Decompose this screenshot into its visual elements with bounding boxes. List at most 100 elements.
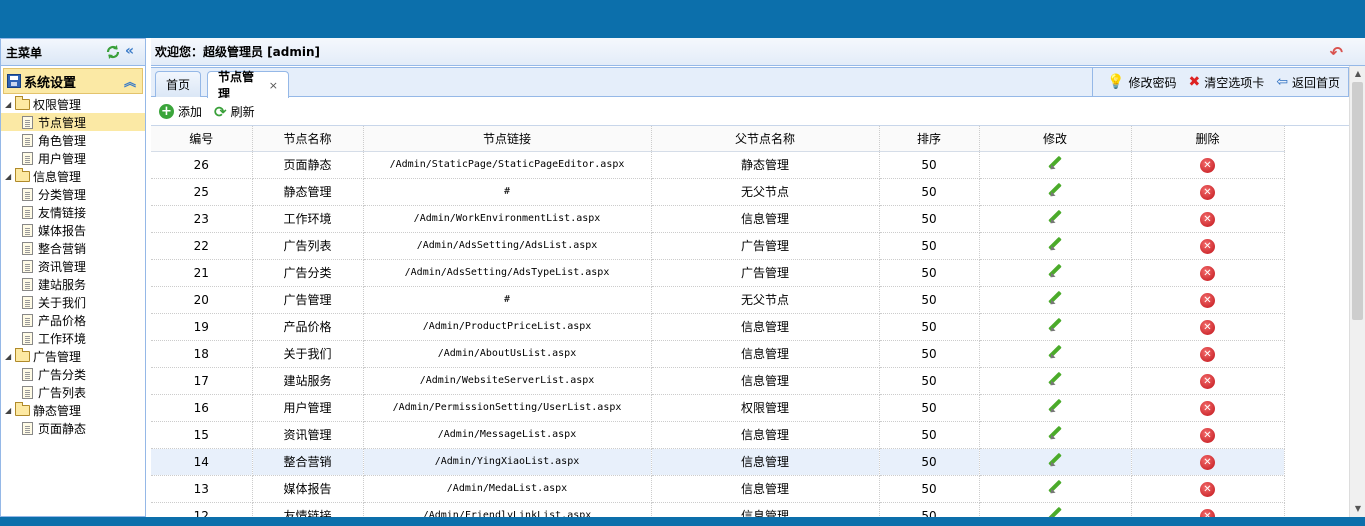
edit-pencil-icon[interactable] [1047, 236, 1063, 252]
edit-pencil-icon[interactable] [1047, 317, 1063, 333]
tree-item[interactable]: 友情链接 [1, 203, 145, 221]
cell-node-name: 资讯管理 [252, 421, 364, 449]
collapse-up-icon[interactable]: ︽ [124, 73, 136, 90]
delete-x-icon[interactable]: ✕ [1200, 427, 1215, 443]
table-row[interactable]: 26 页面静态/Admin/StaticPage/StaticPageEditor… [151, 151, 1285, 179]
column-header[interactable]: 修改 [979, 126, 1132, 152]
collapse-left-icon[interactable]: « [125, 43, 134, 59]
tree-item[interactable]: 页面静态 [1, 419, 145, 437]
expand-triangle-icon[interactable]: ◢ [5, 406, 15, 415]
edit-pencil-icon[interactable] [1047, 209, 1063, 225]
tree-group[interactable]: ◢ 广告管理 [1, 347, 145, 365]
expand-triangle-icon[interactable]: ◢ [5, 352, 15, 361]
table-row[interactable]: 16 用户管理/Admin/PermissionSetting/UserList.… [151, 394, 1285, 422]
table-row[interactable]: 12 友情链接/Admin/FriendlyLinkList.aspx 信息管理 50… [151, 502, 1285, 517]
cell-edit [979, 151, 1132, 179]
table-row[interactable]: 17 建站服务/Admin/WebsiteServerList.aspx 信息管理 5… [151, 367, 1285, 395]
cell-id: 12 [151, 502, 253, 517]
table-row[interactable]: 23 工作环境/Admin/WorkEnvironmentList.aspx 信息管… [151, 205, 1285, 233]
cell-sort: 50 [879, 448, 980, 476]
column-header[interactable]: 删除 [1131, 126, 1285, 152]
column-header[interactable]: 编号 [151, 126, 253, 152]
vertical-scrollbar[interactable]: ▲ ▼ [1349, 66, 1365, 517]
delete-x-icon[interactable]: ✕ [1200, 265, 1215, 281]
back-home-button[interactable]: ⇦ 返回首页 [1276, 74, 1340, 91]
delete-x-icon[interactable]: ✕ [1200, 373, 1215, 389]
cell-edit [979, 313, 1132, 341]
edit-pencil-icon[interactable] [1047, 263, 1063, 279]
scroll-up-arrow-icon[interactable]: ▲ [1352, 68, 1364, 80]
expand-triangle-icon[interactable]: ◢ [5, 100, 15, 109]
edit-pencil-icon[interactable] [1047, 425, 1063, 441]
delete-x-icon[interactable]: ✕ [1200, 157, 1215, 173]
cell-edit [979, 232, 1132, 260]
edit-pencil-icon[interactable] [1047, 506, 1063, 517]
clear-tabs-button[interactable]: ✖ 清空选项卡 [1189, 74, 1265, 91]
table-row[interactable]: 19 产品价格/Admin/ProductPriceList.aspx 信息管理 50… [151, 313, 1285, 341]
edit-pencil-icon[interactable] [1047, 290, 1063, 306]
tree-group[interactable]: ◢ 静态管理 [1, 401, 145, 419]
tree-item[interactable]: 分类管理 [1, 185, 145, 203]
table-row[interactable]: 20 广告管理 # 无父节点 50 ✕ [151, 286, 1285, 314]
edit-pencil-icon[interactable] [1047, 452, 1063, 468]
column-header[interactable]: 排序 [879, 126, 980, 152]
tree-item[interactable]: 建站服务 [1, 275, 145, 293]
table-row[interactable]: 13 媒体报告/Admin/MedaList.aspx 信息管理 50 ✕ [151, 475, 1285, 503]
scroll-thumb[interactable] [1352, 82, 1363, 320]
table-row[interactable]: 22 广告列表/Admin/AdsSetting/AdsList.aspx 广告管理… [151, 232, 1285, 260]
expand-triangle-icon[interactable]: ◢ [5, 172, 15, 181]
tree-item[interactable]: 角色管理 [1, 131, 145, 149]
edit-pencil-icon[interactable] [1047, 155, 1063, 171]
edit-pencil-icon[interactable] [1047, 371, 1063, 387]
edit-pencil-icon[interactable] [1047, 182, 1063, 198]
delete-x-icon[interactable]: ✕ [1200, 346, 1215, 362]
refresh-button[interactable]: ⟳ 刷新 [214, 103, 255, 121]
tree-item[interactable]: 广告列表 [1, 383, 145, 401]
tree-group[interactable]: ◢ 信息管理 [1, 167, 145, 185]
tree-item[interactable]: 广告分类 [1, 365, 145, 383]
tree-item[interactable]: 用户管理 [1, 149, 145, 167]
tree-group[interactable]: ◢ 权限管理 [1, 95, 145, 113]
undo-arrow-icon[interactable]: ↶ [1330, 43, 1343, 62]
column-header[interactable]: 节点链接 [363, 126, 652, 152]
edit-pencil-icon[interactable] [1047, 479, 1063, 495]
delete-x-icon[interactable]: ✕ [1200, 454, 1215, 470]
table-row[interactable]: 18 关于我们/Admin/AboutUsList.aspx 信息管理 50 ✕ [151, 340, 1285, 368]
add-button[interactable]: + 添加 [159, 103, 202, 120]
accordion-header-system-settings[interactable]: 系统设置 ︽ [3, 68, 143, 94]
table-row[interactable]: 21 广告分类/Admin/AdsSetting/AdsTypeList.aspx… [151, 259, 1285, 287]
tree-item[interactable]: 关于我们 [1, 293, 145, 311]
tree-item[interactable]: 资讯管理 [1, 257, 145, 275]
tab-home[interactable]: 首页 [155, 71, 201, 97]
tree-item[interactable]: 产品价格 [1, 311, 145, 329]
delete-x-icon[interactable]: ✕ [1200, 184, 1215, 200]
change-password-button[interactable]: 💡 修改密码 [1107, 74, 1176, 91]
table-row[interactable]: 25 静态管理 # 无父节点 50 ✕ [151, 178, 1285, 206]
tree-item[interactable]: 媒体报告 [1, 221, 145, 239]
delete-x-icon[interactable]: ✕ [1200, 292, 1215, 308]
column-header[interactable]: 节点名称 [252, 126, 364, 152]
tree-item-label: 用户管理 [38, 151, 87, 166]
delete-x-icon[interactable]: ✕ [1200, 481, 1215, 497]
tree-item[interactable]: 工作环境 [1, 329, 145, 347]
cell-delete: ✕ [1131, 205, 1285, 233]
edit-pencil-icon[interactable] [1047, 398, 1063, 414]
cell-id: 21 [151, 259, 253, 287]
delete-x-icon[interactable]: ✕ [1200, 319, 1215, 335]
tab-node-management[interactable]: 节点管理 × [207, 70, 289, 101]
delete-x-icon[interactable]: ✕ [1200, 238, 1215, 254]
table-row[interactable]: 14 整合营销/Admin/YingXiaoList.aspx 信息管理 50 ✕ [151, 448, 1285, 476]
table-row[interactable]: 15 资讯管理/Admin/MessageList.aspx 信息管理 50 ✕ [151, 421, 1285, 449]
cell-delete: ✕ [1131, 421, 1285, 449]
delete-x-icon[interactable]: ✕ [1200, 400, 1215, 416]
delete-x-icon[interactable]: ✕ [1200, 211, 1215, 227]
edit-pencil-icon[interactable] [1047, 344, 1063, 360]
refresh-icon[interactable] [105, 44, 121, 63]
tab-close-icon[interactable]: × [269, 79, 278, 92]
column-header[interactable]: 父节点名称 [651, 126, 880, 152]
scroll-down-arrow-icon[interactable]: ▼ [1352, 503, 1364, 515]
tree-item[interactable]: 节点管理 [1, 113, 145, 131]
delete-x-icon[interactable]: ✕ [1200, 508, 1215, 517]
tree-item[interactable]: 整合营销 [1, 239, 145, 257]
cell-id: 13 [151, 475, 253, 503]
